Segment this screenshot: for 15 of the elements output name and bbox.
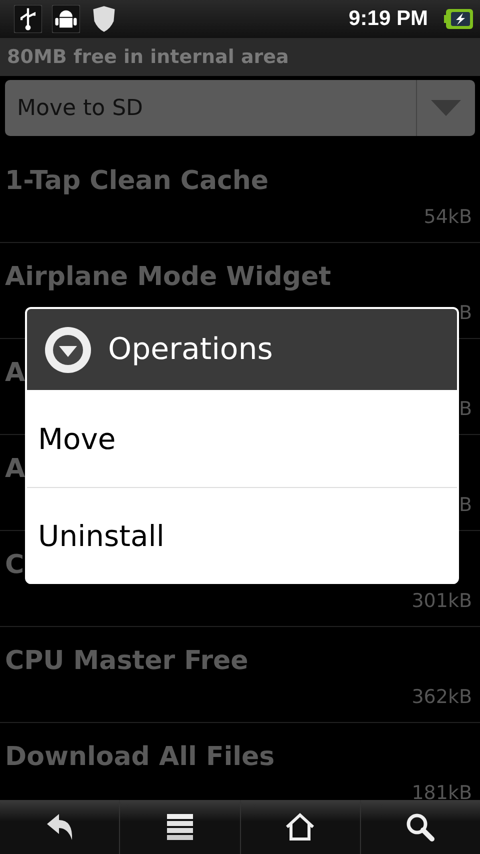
- app-list-item[interactable]: CPU Master Free 362kB: [0, 627, 480, 723]
- search-icon: [405, 812, 436, 842]
- home-icon: [285, 812, 316, 842]
- storage-info-text: 80MB free in internal area: [7, 46, 289, 68]
- dialog-option[interactable]: Uninstall: [27, 487, 457, 584]
- menu-icon: [164, 812, 195, 842]
- battery-charging-icon: [444, 8, 474, 30]
- caret-icon: [431, 100, 461, 116]
- android-icon: [52, 5, 80, 33]
- app-list-item[interactable]: 1-Tap Clean Cache 54kB: [0, 147, 480, 243]
- mode-dropdown[interactable]: Move to SD: [5, 80, 475, 136]
- dropdown-circle-icon: [44, 326, 92, 374]
- clock: 9:19 PM: [348, 7, 428, 31]
- back-arrow-icon: [44, 812, 75, 842]
- usb-icon: [14, 5, 42, 33]
